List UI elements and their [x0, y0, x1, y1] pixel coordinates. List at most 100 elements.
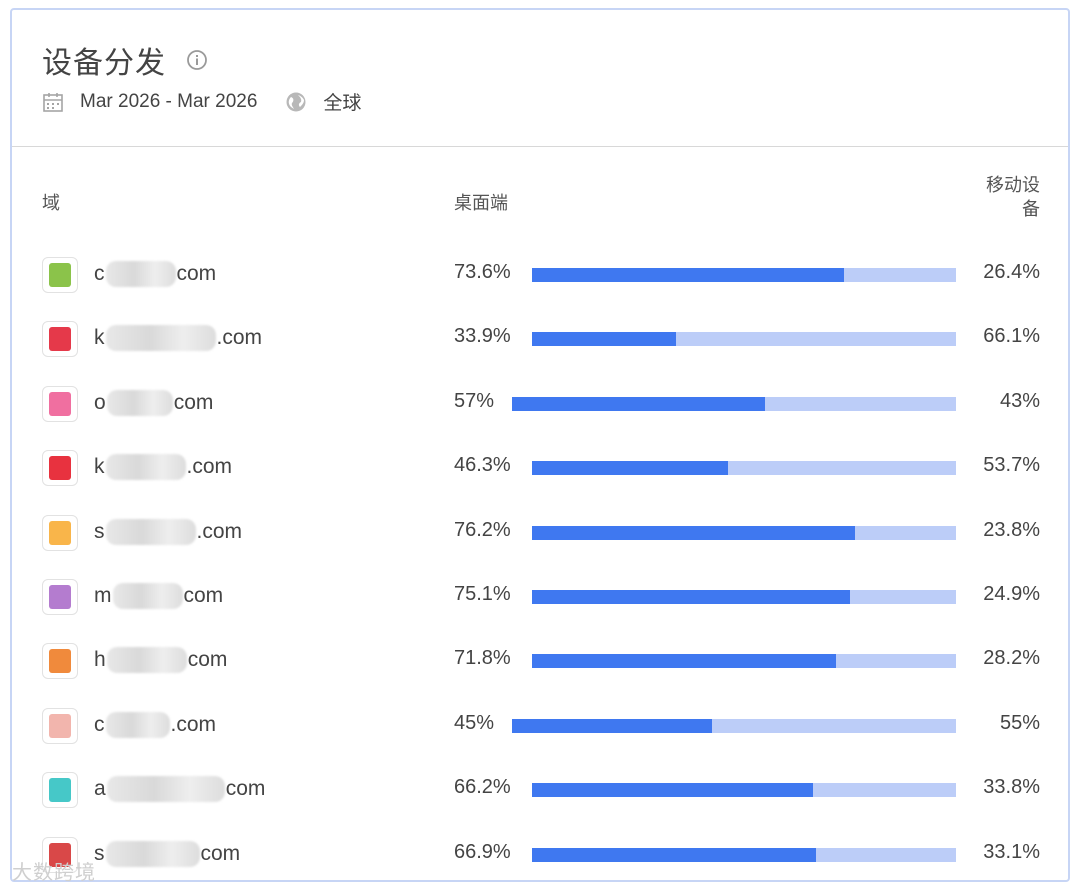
desktop-share-fill	[532, 461, 729, 476]
redacted-text	[112, 582, 183, 609]
domain-name[interactable]: k .com	[94, 325, 263, 352]
desktop-share-fill	[512, 396, 766, 411]
share-bar	[532, 525, 956, 540]
favicon-glyph	[49, 778, 71, 803]
table-row[interactable]: k .com 33.9% 66.1%	[12, 307, 1068, 371]
domain-suffix: .com	[170, 712, 217, 736]
share-bar	[532, 461, 956, 476]
globe-icon	[285, 91, 307, 113]
table-row[interactable]: o com 57% 43%	[12, 372, 1068, 436]
mobile-percent: 28.2%	[983, 647, 1040, 670]
domain-name[interactable]: c .com	[94, 711, 217, 738]
domain-name[interactable]: m com	[94, 582, 224, 609]
domain-suffix: com	[225, 777, 266, 801]
column-mobile: 移动设备	[986, 175, 1040, 219]
desktop-share-fill	[532, 332, 676, 347]
redacted-text	[105, 518, 196, 545]
domain-list: c com 73.6% 26.4% k .com 33.9% 66.1% o com 57% 43% k…	[12, 243, 1068, 880]
redacted-text	[106, 389, 173, 416]
mobile-percent: 26.4%	[983, 261, 1040, 283]
site-favicon-icon	[42, 514, 78, 551]
desktop-share-fill	[532, 268, 845, 282]
card-header: 设备分发 Mar 2026 - Mar 2026 全球	[12, 10, 1068, 147]
domain-name[interactable]: o com	[94, 389, 214, 416]
desktop-percent: 45%	[454, 711, 495, 734]
domain-prefix: m	[94, 583, 112, 607]
mobile-percent: 53.7%	[983, 454, 1040, 477]
site-favicon-icon	[42, 257, 78, 293]
domain-name[interactable]: s .com	[94, 518, 242, 545]
desktop-share-fill	[512, 718, 712, 733]
share-bar	[532, 847, 956, 862]
domain-name[interactable]: k .com	[94, 454, 233, 481]
domain-prefix: s	[94, 519, 105, 543]
favicon-glyph	[49, 456, 71, 481]
region[interactable]: 全球	[323, 88, 361, 115]
mobile-percent: 66.1%	[983, 325, 1040, 348]
site-favicon-icon	[42, 578, 78, 615]
domain-name[interactable]: h com	[94, 647, 228, 674]
column-domain: 域	[42, 193, 60, 213]
domain-suffix: com	[187, 648, 228, 672]
desktop-share-fill	[532, 783, 813, 798]
title-row: 设备分发	[42, 38, 208, 82]
table-row[interactable]: h com 71.8% 28.2%	[12, 629, 1068, 693]
domain-name[interactable]: s com	[94, 840, 241, 867]
desktop-percent: 76.2%	[454, 518, 511, 541]
share-bar	[532, 589, 956, 604]
table-row[interactable]: s com 66.9% 33.1%	[12, 823, 1068, 880]
card-title: 设备分发	[42, 47, 166, 80]
domain-prefix: c	[94, 712, 105, 736]
table-header: 域 桌面端 移动设备	[12, 147, 1068, 243]
redacted-text	[105, 261, 176, 287]
domain-suffix: com	[183, 583, 224, 607]
domain-prefix: a	[94, 777, 106, 801]
table-row[interactable]: s .com 76.2% 23.8%	[12, 501, 1068, 565]
table-row[interactable]: k .com 46.3% 53.7%	[12, 436, 1068, 500]
redacted-text	[106, 647, 187, 674]
domain-name[interactable]: c com	[94, 261, 216, 287]
favicon-glyph	[49, 327, 71, 352]
favicon-glyph	[49, 263, 71, 287]
table-row[interactable]: c com 73.6% 26.4%	[12, 243, 1068, 307]
desktop-share-fill	[532, 525, 856, 540]
domain-prefix: o	[94, 390, 106, 414]
table-row[interactable]: c .com 45% 55%	[12, 694, 1068, 758]
share-bar	[512, 718, 956, 733]
redacted-text	[106, 776, 225, 803]
info-icon[interactable]	[186, 49, 208, 71]
mobile-percent: 33.8%	[983, 776, 1040, 799]
mobile-percent: 23.8%	[983, 518, 1040, 541]
calendar-icon	[42, 91, 64, 113]
redacted-text	[105, 711, 170, 738]
domain-suffix: com	[173, 390, 214, 414]
table-row[interactable]: a com 66.2% 33.8%	[12, 758, 1068, 822]
domain-suffix: com	[200, 841, 241, 865]
redacted-text	[105, 325, 216, 352]
table-row[interactable]: m com 75.1% 24.9%	[12, 565, 1068, 629]
share-bar	[532, 783, 956, 798]
site-favicon-icon	[42, 643, 78, 680]
desktop-percent: 33.9%	[454, 325, 511, 348]
site-favicon-icon	[42, 772, 78, 809]
domain-name[interactable]: a com	[94, 776, 266, 803]
share-bar	[532, 332, 956, 347]
column-desktop: 桌面端	[454, 193, 508, 213]
date-range[interactable]: Mar 2026 - Mar 2026	[80, 91, 257, 113]
site-favicon-icon	[42, 450, 78, 487]
favicon-glyph	[49, 584, 71, 609]
desktop-share-fill	[532, 589, 851, 604]
mobile-percent: 43%	[999, 389, 1040, 412]
domain-prefix: k	[94, 326, 105, 350]
desktop-share-fill	[532, 847, 816, 862]
filter-row: Mar 2026 - Mar 2026 全球	[42, 88, 361, 115]
desktop-percent: 66.9%	[454, 840, 511, 863]
domain-suffix: .com	[186, 455, 233, 479]
mobile-percent: 33.1%	[983, 840, 1040, 863]
domain-prefix: c	[94, 262, 105, 285]
site-favicon-icon	[42, 321, 78, 358]
mobile-percent: 55%	[999, 711, 1040, 734]
domain-suffix: .com	[216, 326, 263, 350]
desktop-percent: 46.3%	[454, 454, 511, 477]
watermark-text: 大数跨境	[12, 862, 96, 884]
